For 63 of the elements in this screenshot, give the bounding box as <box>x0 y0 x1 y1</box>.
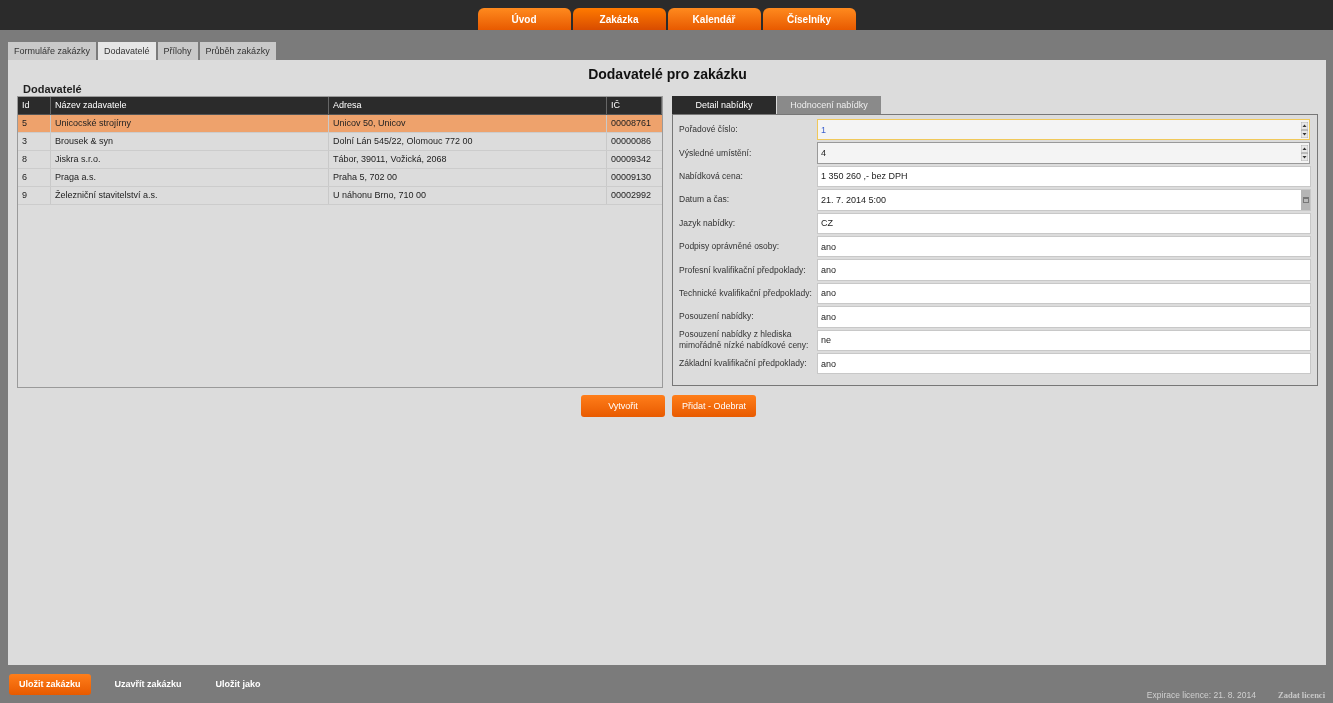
input-field[interactable]: ano <box>817 306 1311 328</box>
table-cell: Brousek & syn <box>51 133 329 150</box>
input-field[interactable]: ano <box>817 352 1311 375</box>
field-label: Posouzení nabídky z hlediska mimořádně nízké nabídkové ceny: <box>679 329 810 352</box>
table-cell: Dolní Lán 545/22, Olomouc 772 00 <box>329 133 607 150</box>
table-cell: Tábor, 39011, Vožická, 2068 <box>329 151 607 168</box>
field-label: Jazyk nabídky: <box>679 217 737 229</box>
table-cell: 8 <box>18 151 51 168</box>
sub-tab[interactable]: Dodavatelé <box>98 42 156 60</box>
footer-button[interactable]: Uložit jako <box>205 673 271 695</box>
input-field[interactable]: 1 350 260 ,- bez DPH <box>817 165 1311 188</box>
field-label: Nabídková cena: <box>679 170 744 182</box>
spinner-icon[interactable] <box>1301 145 1308 162</box>
input-field[interactable]: ne <box>817 329 1311 351</box>
sub-tab[interactable]: Formuláře zakázky <box>8 42 97 60</box>
detail-tab[interactable]: Detail nabídky <box>672 96 776 114</box>
field-label: Podpisy oprávněné osoby: <box>679 241 781 253</box>
table-row[interactable]: 8 Jiskra s.r.o. Tábor, 39011, Vožická, 2068 00009342 <box>18 151 662 169</box>
input-field[interactable]: 1 <box>817 119 1310 141</box>
field-label: Profesní kvalifikační předpoklady: <box>679 264 807 276</box>
table-cell: 5 <box>18 115 51 132</box>
field-label: Datum a čas: <box>679 194 731 206</box>
field-label: Technické kvalifikační předpoklady: <box>679 287 813 299</box>
field-label: Posouzení nabídky: <box>679 311 755 323</box>
input-field[interactable]: ano <box>817 282 1311 305</box>
table-cell: Železniční stavitelství a.s. <box>51 187 329 204</box>
table-row[interactable]: 5 Unicocské strojírny Unicov 50, Unicov 00008761 <box>18 115 662 133</box>
table-cell-text: 00009342 <box>610 153 653 166</box>
field-label: Výsledné umístění: <box>679 147 753 159</box>
input-field[interactable]: 4 <box>817 142 1310 164</box>
input-field[interactable]: ano <box>817 259 1311 281</box>
column-header: Adresa <box>329 97 607 114</box>
input-field[interactable]: ano <box>817 235 1311 258</box>
column-header: IČ <box>607 97 662 114</box>
column-header: Název zadavatele <box>51 97 329 114</box>
table-cell-text: 00009130 <box>610 171 653 184</box>
field-label: Pořadové číslo: <box>679 124 739 136</box>
sub-tab[interactable]: Průběh zakázky <box>199 42 276 60</box>
table-row[interactable]: 6 Praga a.s. Praha 5, 702 00 00009130 <box>18 169 662 187</box>
table-cell-text: 00000086 <box>610 135 653 148</box>
spinner-icon[interactable] <box>1301 121 1308 138</box>
table-cell: Jiskra s.r.o. <box>51 151 329 168</box>
table-cell: Unicocské strojírny <box>51 115 329 132</box>
footer-button[interactable]: Uzavřít zakázku <box>104 673 192 695</box>
table-row[interactable]: 3 Brousek & syn Dolní Lán 545/22, Olomouc 772 00 00000086 <box>18 133 662 151</box>
license-expiry: Expirace licence: 21. 8. 2014 <box>1146 690 1256 700</box>
table-cell: 6 <box>18 169 51 186</box>
table-cell: Praha 5, 702 00 <box>329 169 607 186</box>
page-title: Dodavatelé pro zakázku <box>587 66 748 82</box>
field-label: Základní kvalifikační předpoklady: <box>679 358 808 370</box>
section-title: Dodavatelé <box>22 82 83 96</box>
column-header: Id <box>18 97 51 114</box>
input-field[interactable]: 21. 7. 2014 5:00 <box>817 189 1311 211</box>
table-cell-text: 00008761 <box>610 117 653 130</box>
input-field[interactable]: CZ <box>817 212 1311 234</box>
table-cell: Unicov 50, Unicov <box>329 115 607 132</box>
table-cell: Praga a.s. <box>51 169 329 186</box>
table-cell: 3 <box>18 133 51 150</box>
table-cell-text: 00002992 <box>610 189 653 202</box>
table-row[interactable]: 9 Železniční stavitelství a.s. U náhonu Brno, 710 00 00002992 <box>18 187 662 205</box>
sub-tab[interactable]: Přílohy <box>157 42 198 60</box>
table-cell: 9 <box>18 187 51 204</box>
table-cell: U náhonu Brno, 710 00 <box>329 187 607 204</box>
